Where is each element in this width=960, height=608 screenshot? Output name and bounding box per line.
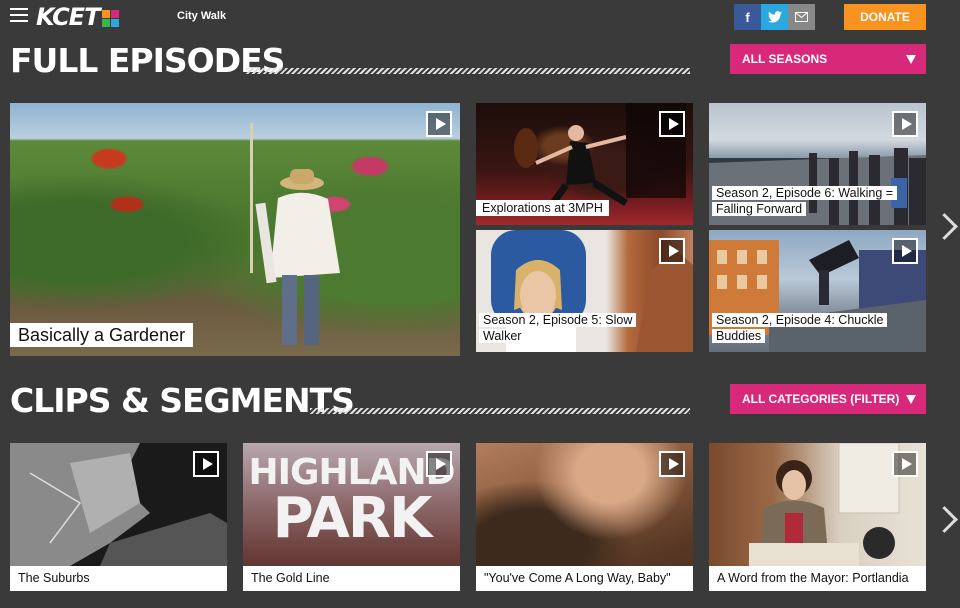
episode-caption: Explorations at 3MPH <box>476 200 609 216</box>
all-seasons-dropdown[interactable]: ALL SEASONS <box>730 44 926 74</box>
chevron-down-icon <box>906 395 916 404</box>
featured-episode-caption: Basically a Gardener <box>10 323 194 347</box>
episode-tile[interactable]: Season 2, Episode 4: Chuckle Buddies <box>709 230 926 352</box>
all-categories-dropdown[interactable]: ALL CATEGORIES (FILTER) <box>730 384 926 414</box>
gardener-figure <box>250 123 340 345</box>
clip-caption: A Word from the Mayor: Portlandia <box>709 566 926 591</box>
email-icon[interactable] <box>788 4 815 30</box>
heading-hatch-divider <box>310 408 690 414</box>
donate-button[interactable]: DONATE <box>844 4 926 30</box>
play-icon[interactable] <box>892 111 918 137</box>
play-icon[interactable] <box>659 238 685 264</box>
clip-caption: The Gold Line <box>243 566 460 591</box>
featured-episode-tile[interactable]: Basically a Gardener <box>10 103 460 356</box>
play-icon[interactable] <box>659 111 685 137</box>
clip-caption: "You've Come A Long Way, Baby" <box>476 566 693 591</box>
play-icon[interactable] <box>426 111 452 137</box>
heading-hatch-divider <box>246 68 690 74</box>
episode-caption: Season 2, Episode 4: Chuckle Buddies <box>712 312 912 344</box>
episode-caption: Season 2, Episode 5: Slow Walker <box>479 312 679 344</box>
chevron-down-icon <box>906 55 916 64</box>
twitter-icon[interactable] <box>761 4 788 30</box>
menu-icon[interactable] <box>10 8 28 22</box>
episode-tile[interactable]: Season 2, Episode 6: Walking = Falling F… <box>709 103 926 225</box>
social-links: f <box>734 4 815 30</box>
next-arrow-icon[interactable] <box>935 213 951 245</box>
episode-caption: Season 2, Episode 6: Walking = Falling F… <box>712 185 912 217</box>
next-arrow-icon[interactable] <box>935 506 951 538</box>
play-icon[interactable] <box>892 238 918 264</box>
logo-squares-icon <box>102 9 120 27</box>
clip-tile[interactable]: HIGHLAND PARK The Gold Line <box>243 443 460 591</box>
clip-caption: The Suburbs <box>10 566 227 591</box>
facebook-icon[interactable]: f <box>734 4 761 30</box>
section-title-full-episodes: FULL EPISODES <box>10 41 285 80</box>
site-name[interactable]: City Walk <box>177 10 226 22</box>
section-title-clips-segments: CLIPS & SEGMENTS <box>10 381 355 420</box>
episode-tile[interactable]: Season 2, Episode 5: Slow Walker <box>476 230 693 352</box>
kcet-logo[interactable]: KCET <box>36 3 120 31</box>
play-icon[interactable] <box>659 451 685 477</box>
clip-tile[interactable]: A Word from the Mayor: Portlandia <box>709 443 926 591</box>
episode-tile[interactable]: Explorations at 3MPH <box>476 103 693 225</box>
play-icon[interactable] <box>193 451 219 477</box>
clip-tile[interactable]: The Suburbs <box>10 443 227 591</box>
play-icon[interactable] <box>892 451 918 477</box>
play-icon[interactable] <box>426 451 452 477</box>
clip-tile[interactable]: "You've Come A Long Way, Baby" <box>476 443 693 591</box>
